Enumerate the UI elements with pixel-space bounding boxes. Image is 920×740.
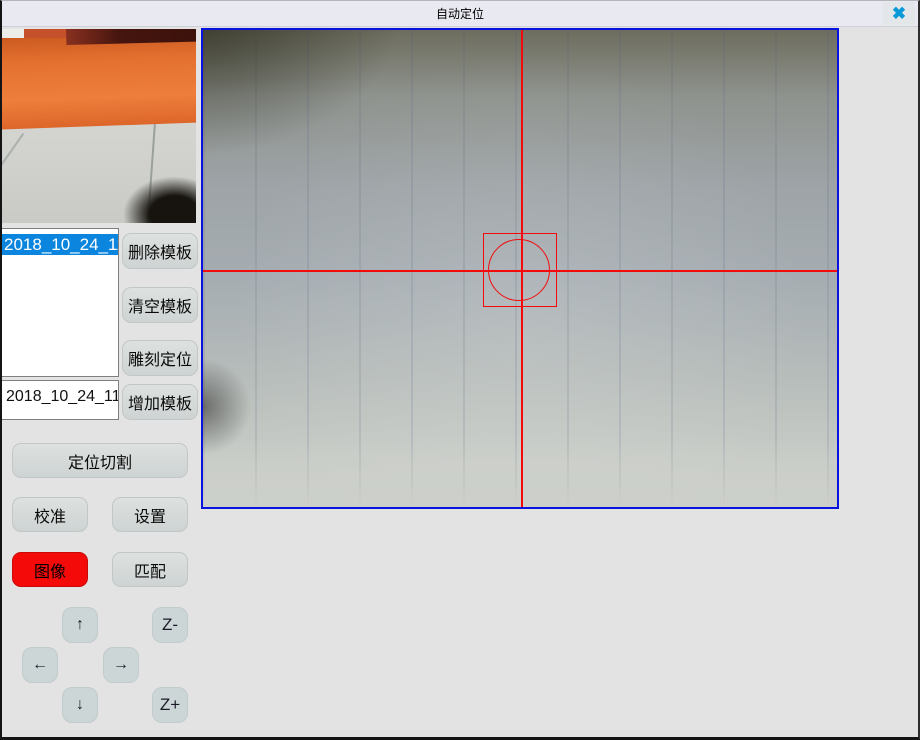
jog-left-button[interactable]: ← [22,647,58,683]
match-button[interactable]: 匹配 [112,552,188,587]
preview-dark-object [124,177,196,223]
add-template-button[interactable]: 增加模板 [122,384,198,420]
match-region-circle [488,239,550,301]
auto-position-dialog: 自动定位 ✖ 2018_10_24_11 删除模板 清空模板 雕刻定位 增加模板… [0,0,920,740]
preview-white-corner [2,29,24,38]
position-cut-button[interactable]: 定位切割 [12,443,188,478]
jog-down-button[interactable]: ↓ [62,687,98,723]
window-title: 自动定位 [436,5,484,22]
preview-red-block [22,29,68,38]
jog-right-button[interactable]: → [103,647,139,683]
delete-template-button[interactable]: 删除模板 [122,233,198,269]
arrow-left-icon: ← [32,656,48,674]
arrow-down-icon: ↓ [76,696,84,714]
engrave-position-button[interactable]: 雕刻定位 [122,340,198,376]
settings-button[interactable]: 设置 [112,497,188,532]
template-list[interactable]: 2018_10_24_11 [1,228,119,377]
close-button[interactable]: ✖ [883,2,915,25]
arrow-right-icon: → [113,656,129,674]
title-bar: 自动定位 ✖ [0,0,920,27]
arrow-up-icon: ↑ [76,616,84,634]
template-name-input[interactable] [1,380,119,420]
jog-up-button[interactable]: ↑ [62,607,98,643]
template-preview-image [2,29,196,223]
jog-z-minus-button[interactable]: Z- [152,607,188,643]
template-list-item-selected[interactable]: 2018_10_24_11 [2,234,118,255]
clear-templates-button[interactable]: 清空模板 [122,287,198,323]
close-icon: ✖ [892,4,906,23]
camera-view [201,28,839,509]
image-button[interactable]: 图像 [12,552,88,587]
calibrate-button[interactable]: 校准 [12,497,88,532]
jog-z-plus-button[interactable]: Z+ [152,687,188,723]
